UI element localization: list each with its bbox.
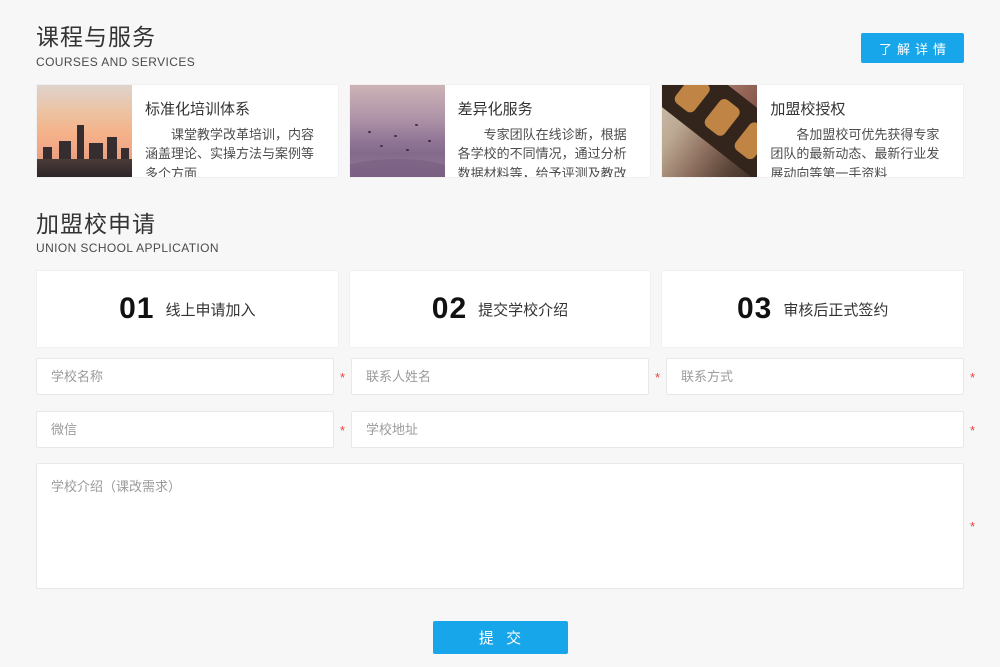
application-header: 加盟校申请 UNION SCHOOL APPLICATION xyxy=(36,211,964,256)
submit-button[interactable]: 提 交 xyxy=(433,621,568,654)
courses-heading-block: 课程与服务 COURSES AND SERVICES xyxy=(36,24,195,69)
required-asterisk: * xyxy=(655,371,660,384)
field-wechat: * xyxy=(36,411,334,448)
field-school-intro: * xyxy=(36,463,964,589)
service-title: 差异化服务 xyxy=(458,98,639,119)
courses-header: 课程与服务 COURSES AND SERVICES 了解详情 xyxy=(36,24,964,69)
service-title: 加盟校授权 xyxy=(770,98,951,119)
required-asterisk: * xyxy=(970,520,975,533)
service-title: 标准化培训体系 xyxy=(145,98,326,119)
contact-name-input[interactable] xyxy=(351,358,649,395)
form-row-3: * xyxy=(36,463,964,589)
service-card-authorization: 加盟校授权 各加盟校可优先获得专家团队的最新动态、最新行业发展动向等第一手资料 xyxy=(661,84,964,178)
step-number: 03 xyxy=(737,292,772,326)
application-steps: 01 线上申请加入 02 提交学校介绍 03 审核后正式签约 xyxy=(36,270,964,348)
page: 课程与服务 COURSES AND SERVICES 了解详情 标准化培训体系 … xyxy=(0,0,1000,654)
courses-section: 课程与服务 COURSES AND SERVICES 了解详情 标准化培训体系 … xyxy=(36,24,964,178)
form-row-1: * * * xyxy=(36,358,964,395)
step-card-3: 03 审核后正式签约 xyxy=(661,270,964,348)
field-contact-phone: * xyxy=(666,358,964,395)
film-strip-image xyxy=(662,85,757,177)
city-skyline-image xyxy=(37,85,132,177)
required-asterisk: * xyxy=(970,371,975,384)
learn-more-button[interactable]: 了解详情 xyxy=(861,33,964,63)
required-asterisk: * xyxy=(340,424,345,437)
step-number: 02 xyxy=(432,292,467,326)
service-card-body: 加盟校授权 各加盟校可优先获得专家团队的最新动态、最新行业发展动向等第一手资料 xyxy=(757,85,963,177)
service-description: 课堂教学改革培训，内容涵盖理论、实操方法与案例等多个方面 xyxy=(145,125,326,177)
field-school-name: * xyxy=(36,358,334,395)
application-subtitle: UNION SCHOOL APPLICATION xyxy=(36,241,964,255)
courses-subtitle: COURSES AND SERVICES xyxy=(36,55,195,69)
desert-dusk-image xyxy=(350,85,445,177)
application-title: 加盟校申请 xyxy=(36,211,964,239)
service-card-differentiated: 差异化服务 专家团队在线诊断，根据各学校的不同情况，通过分析数据材料等，给予评测… xyxy=(349,84,652,178)
step-number: 01 xyxy=(119,292,154,326)
school-address-input[interactable] xyxy=(351,411,964,448)
application-section: 加盟校申请 UNION SCHOOL APPLICATION 01 线上申请加入… xyxy=(36,211,964,655)
contact-phone-input[interactable] xyxy=(666,358,964,395)
submit-row: 提 交 xyxy=(36,621,964,654)
service-card-body: 标准化培训体系 课堂教学改革培训，内容涵盖理论、实操方法与案例等多个方面 xyxy=(132,85,338,177)
required-asterisk: * xyxy=(970,424,975,437)
school-intro-textarea[interactable] xyxy=(36,463,964,589)
field-school-address: * xyxy=(351,411,964,448)
step-card-2: 02 提交学校介绍 xyxy=(349,270,652,348)
step-card-1: 01 线上申请加入 xyxy=(36,270,339,348)
field-contact-name: * xyxy=(351,358,649,395)
service-card-training: 标准化培训体系 课堂教学改革培训，内容涵盖理论、实操方法与案例等多个方面 xyxy=(36,84,339,178)
service-card-body: 差异化服务 专家团队在线诊断，根据各学校的不同情况，通过分析数据材料等，给予评测… xyxy=(445,85,651,177)
courses-title: 课程与服务 xyxy=(36,24,195,52)
step-label: 审核后正式签约 xyxy=(783,299,888,320)
step-label: 线上申请加入 xyxy=(166,299,256,320)
school-name-input[interactable] xyxy=(36,358,334,395)
service-description: 专家团队在线诊断，根据各学校的不同情况，通过分析数据材料等，给予评测及教改意见 xyxy=(458,125,639,177)
service-description: 各加盟校可优先获得专家团队的最新动态、最新行业发展动向等第一手资料 xyxy=(770,125,951,177)
service-cards: 标准化培训体系 课堂教学改革培训，内容涵盖理论、实操方法与案例等多个方面 差异化… xyxy=(36,84,964,178)
required-asterisk: * xyxy=(340,371,345,384)
step-label: 提交学校介绍 xyxy=(478,299,568,320)
application-form: * * * * * xyxy=(36,358,964,654)
wechat-input[interactable] xyxy=(36,411,334,448)
form-row-2: * * xyxy=(36,411,964,448)
